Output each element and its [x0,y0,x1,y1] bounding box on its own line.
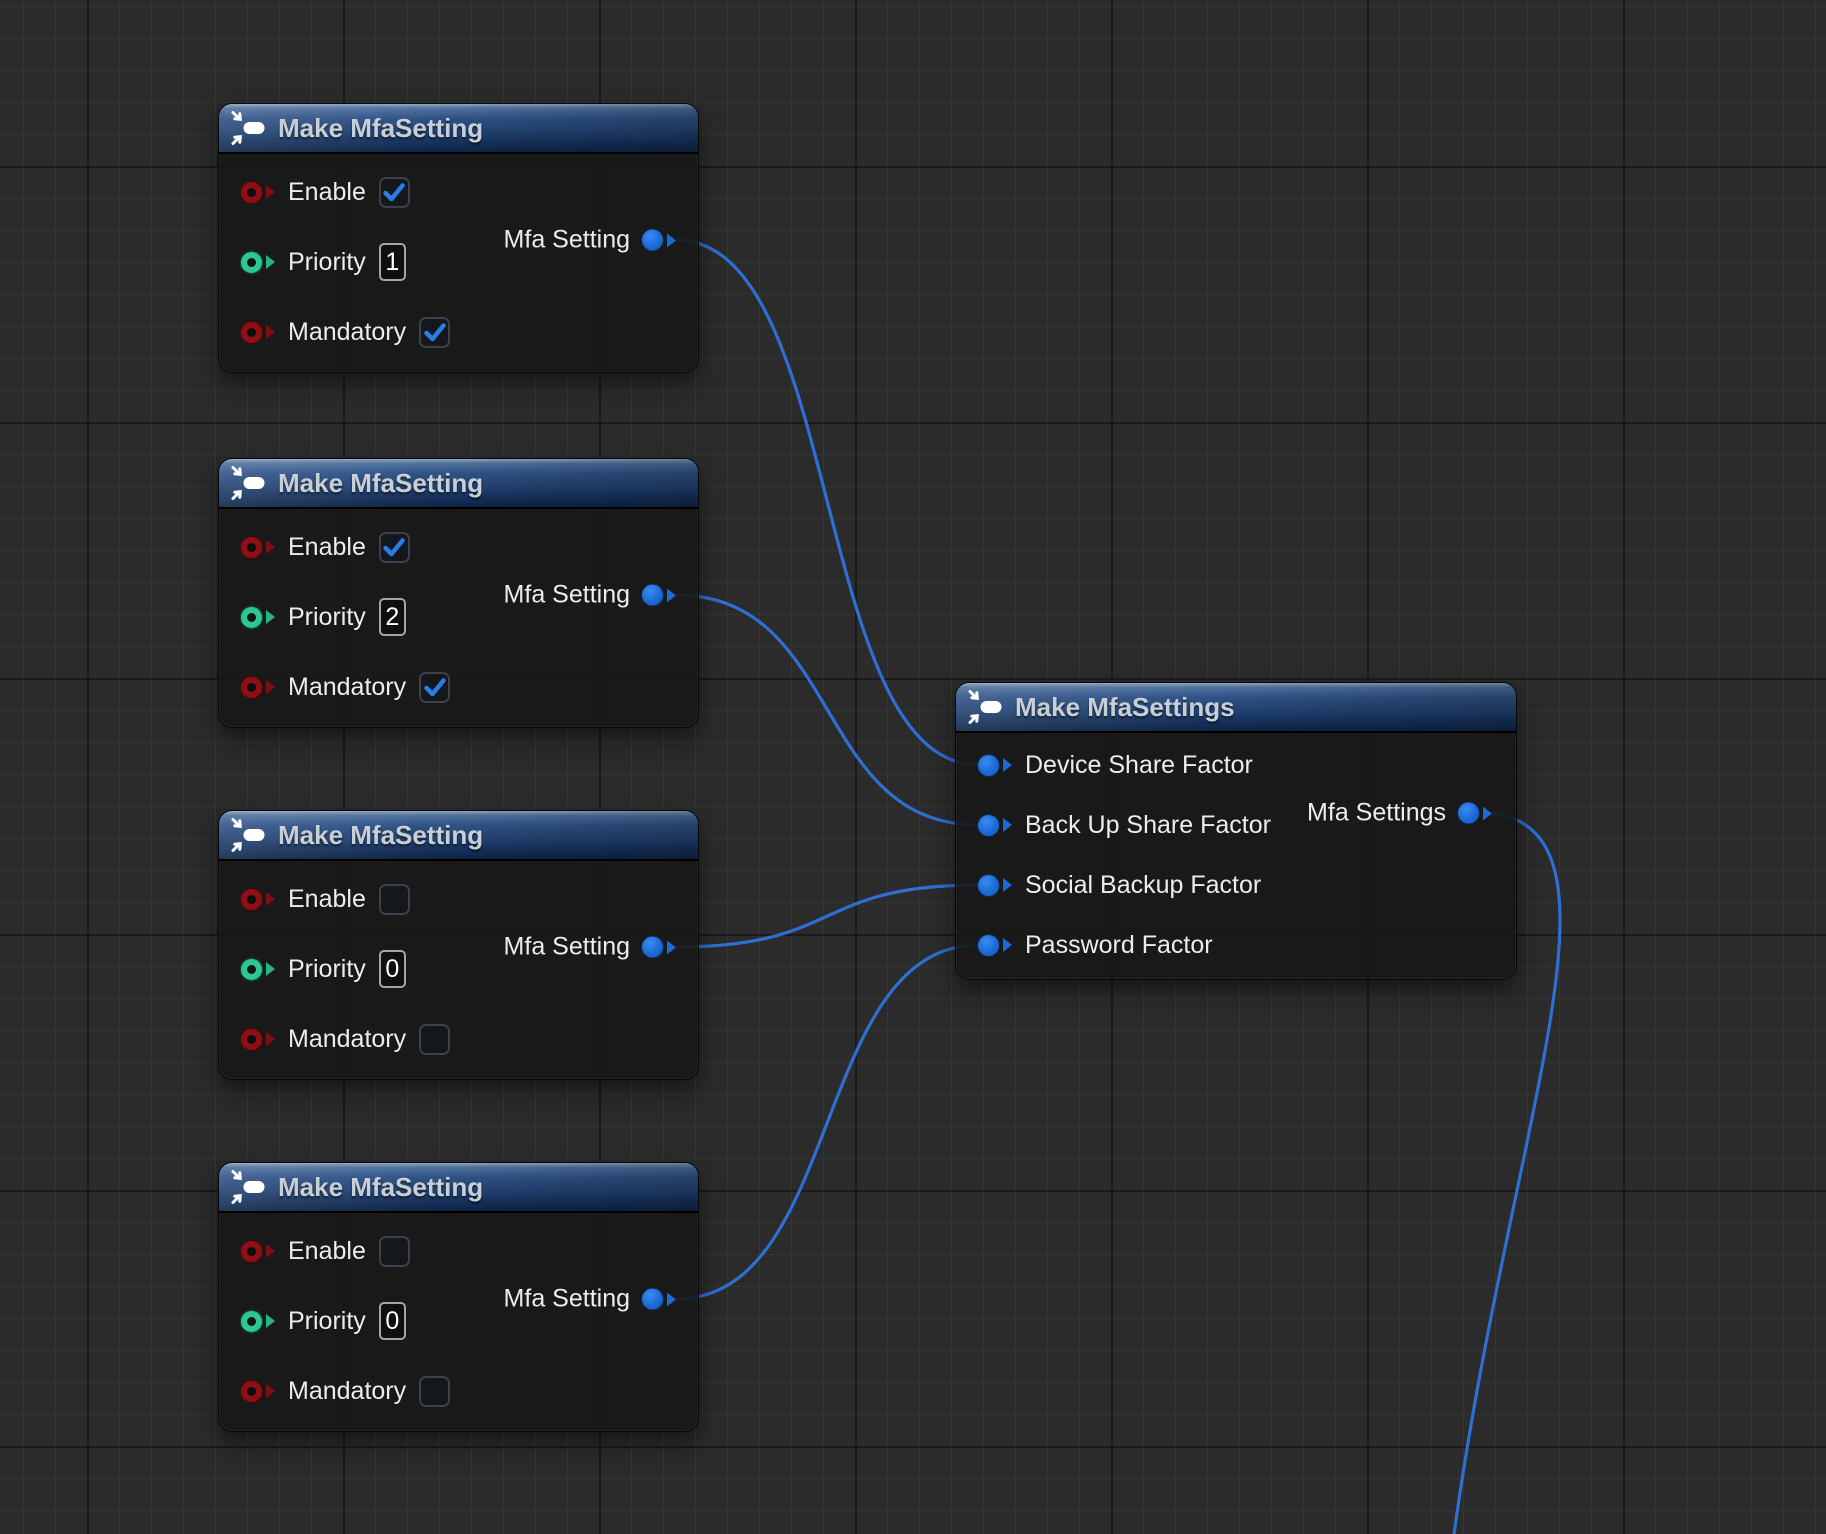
pin-row-enable: Enable [219,157,698,227]
mfa-setting-out-label: Mfa Setting [504,935,630,960]
mandatory-pin[interactable] [241,322,275,343]
pin-row-mfa-setting-out: Mfa Setting [504,228,676,253]
enable-label: Enable [288,1239,366,1264]
pin-row-mfa-settings-out: Mfa Settings [1307,801,1492,826]
mfa-setting-out-pin[interactable] [642,1289,676,1310]
node-header[interactable]: Make MfaSetting [219,104,698,154]
mfa-setting-out-label: Mfa Setting [504,228,630,253]
priority-label: Priority [288,957,366,982]
mandatory-pin[interactable] [241,677,275,698]
mfa-settings-out-label: Mfa Settings [1307,801,1446,826]
pin-row-mandatory: Mandatory [219,1004,698,1074]
priority-input[interactable]: 1 [379,243,406,281]
enable-checkbox[interactable] [379,884,410,915]
back-up-share-factor-label: Back Up Share Factor [1025,813,1271,838]
pin-row-device-share-factor: Device Share Factor [956,735,1516,795]
enable-pin[interactable] [241,182,275,203]
priority-pin[interactable] [241,607,275,628]
priority-pin[interactable] [241,959,275,980]
password-factor-pin[interactable] [978,935,1012,956]
mandatory-checkbox[interactable] [419,672,450,703]
social-backup-factor-label: Social Backup Factor [1025,873,1261,898]
device-share-factor-pin[interactable] [978,755,1012,776]
make-struct-icon [230,110,268,146]
enable-label: Enable [288,535,366,560]
node-make-mfasetting-4[interactable]: Make MfaSetting Enable Priority 0 Mandat… [218,1162,699,1432]
pin-row-mfa-setting-out: Mfa Setting [504,1287,676,1312]
mfa-setting-out-label: Mfa Setting [504,583,630,608]
node-header[interactable]: Make MfaSetting [219,459,698,509]
wire[interactable] [676,240,979,765]
make-struct-icon [230,817,268,853]
node-header[interactable]: Make MfaSettings [956,683,1516,733]
mandatory-checkbox[interactable] [419,317,450,348]
enable-checkbox[interactable] [379,1236,410,1267]
node-title: Make MfaSetting [278,115,483,141]
node-title: Make MfaSetting [278,470,483,496]
mfa-setting-out-pin[interactable] [642,937,676,958]
make-struct-icon [230,465,268,501]
priority-pin[interactable] [241,252,275,273]
pin-row-mfa-setting-out: Mfa Setting [504,935,676,960]
mfa-setting-out-pin[interactable] [642,585,676,606]
enable-pin[interactable] [241,889,275,910]
node-title: Make MfaSetting [278,822,483,848]
priority-pin[interactable] [241,1311,275,1332]
mandatory-label: Mandatory [288,675,406,700]
node-title: Make MfaSetting [278,1174,483,1200]
priority-input[interactable]: 0 [379,950,406,988]
wire[interactable] [676,885,979,947]
pin-row-social-backup-factor: Social Backup Factor [956,855,1516,915]
mandatory-pin[interactable] [241,1029,275,1050]
back-up-share-factor-pin[interactable] [978,815,1012,836]
mandatory-label: Mandatory [288,1379,406,1404]
mandatory-checkbox[interactable] [419,1376,450,1407]
make-struct-icon [230,1169,268,1205]
make-struct-icon [967,689,1005,725]
node-make-mfasetting-2[interactable]: Make MfaSetting Enable Priority 2 Mandat… [218,458,699,728]
node-make-mfasetting-1[interactable]: Make MfaSetting Enable Priority 1 Mandat… [218,103,699,373]
node-make-mfasetting-3[interactable]: Make MfaSetting Enable Priority 0 Mandat… [218,810,699,1080]
enable-label: Enable [288,887,366,912]
node-header[interactable]: Make MfaSetting [219,1163,698,1213]
password-factor-label: Password Factor [1025,933,1213,958]
node-make-mfasettings[interactable]: Make MfaSettings Device Share Factor Bac… [955,682,1517,980]
pin-row-mfa-setting-out: Mfa Setting [504,583,676,608]
pin-row-enable: Enable [219,864,698,934]
priority-label: Priority [288,605,366,630]
mandatory-label: Mandatory [288,320,406,345]
mfa-setting-out-label: Mfa Setting [504,1287,630,1312]
enable-label: Enable [288,180,366,205]
mandatory-pin[interactable] [241,1381,275,1402]
pin-row-password-factor: Password Factor [956,915,1516,975]
wire[interactable] [676,595,979,825]
mfa-settings-out-pin[interactable] [1458,803,1492,824]
enable-pin[interactable] [241,1241,275,1262]
enable-pin[interactable] [241,537,275,558]
blueprint-canvas[interactable]: Make MfaSetting Enable Priority 1 Mandat… [0,0,1826,1534]
pin-row-enable: Enable [219,512,698,582]
wire[interactable] [676,945,979,1299]
priority-input[interactable]: 0 [379,1302,406,1340]
node-header[interactable]: Make MfaSetting [219,811,698,861]
social-backup-factor-pin[interactable] [978,875,1012,896]
mandatory-label: Mandatory [288,1027,406,1052]
priority-label: Priority [288,1309,366,1334]
priority-input[interactable]: 2 [379,598,406,636]
mfa-setting-out-pin[interactable] [642,230,676,251]
enable-checkbox[interactable] [379,532,410,563]
pin-row-mandatory: Mandatory [219,297,698,367]
pin-row-mandatory: Mandatory [219,652,698,722]
priority-label: Priority [288,250,366,275]
pin-row-enable: Enable [219,1216,698,1286]
device-share-factor-label: Device Share Factor [1025,753,1253,778]
pin-row-mandatory: Mandatory [219,1356,698,1426]
node-title: Make MfaSettings [1015,694,1235,720]
mandatory-checkbox[interactable] [419,1024,450,1055]
enable-checkbox[interactable] [379,177,410,208]
